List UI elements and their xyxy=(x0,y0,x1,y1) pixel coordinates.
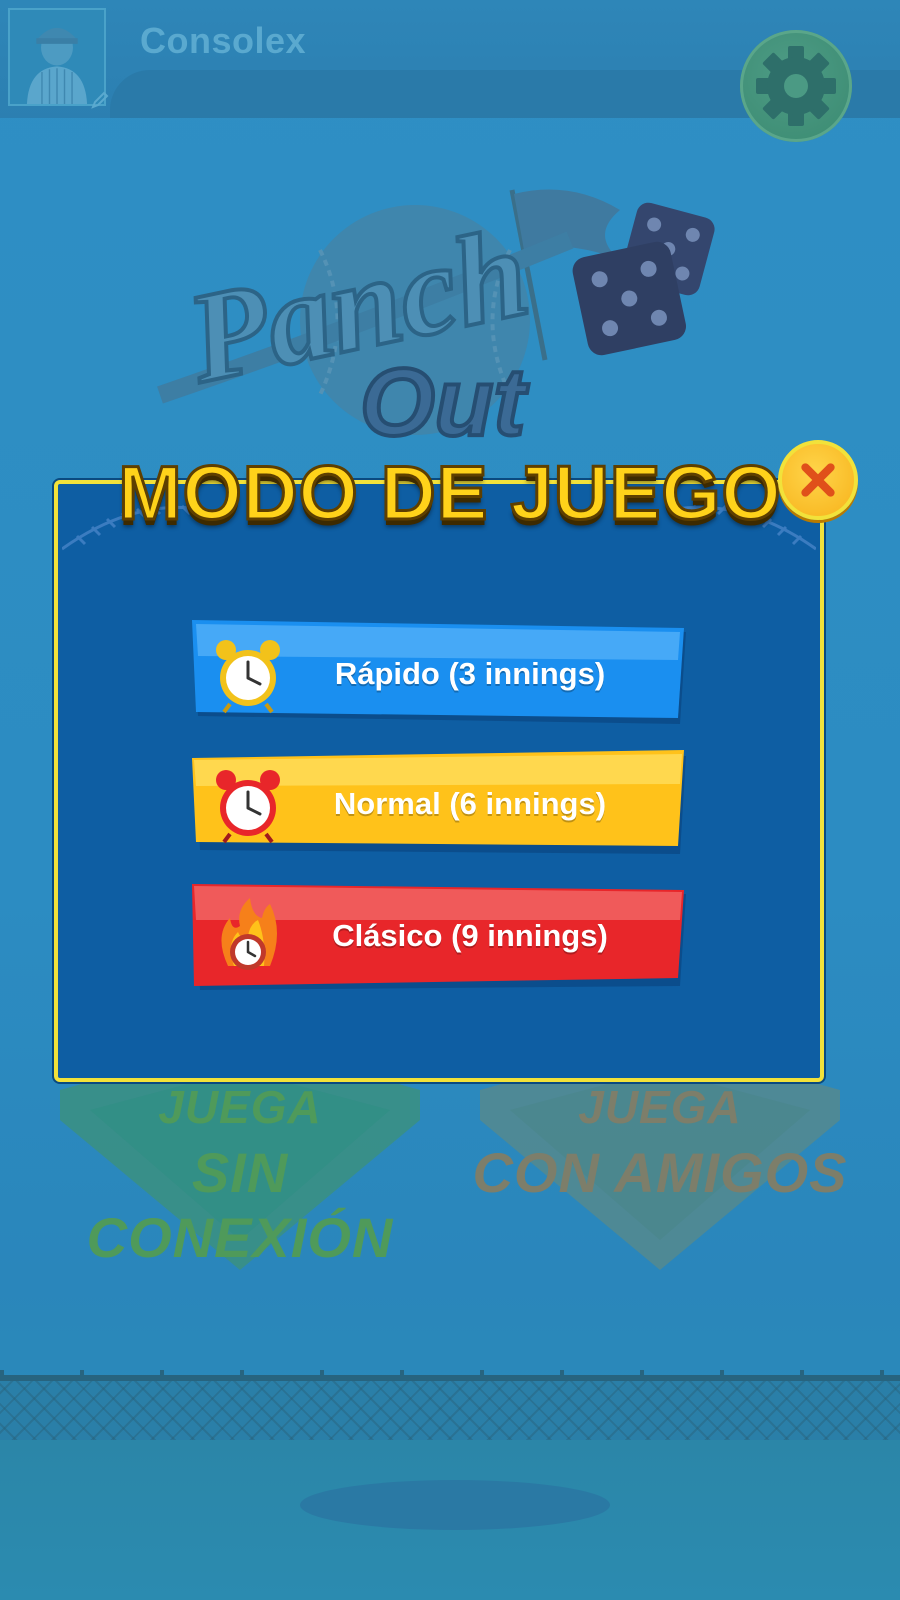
mode-option-normal[interactable]: Normal (6 innings) xyxy=(190,750,690,858)
mode-option-rapido[interactable]: Rápido (3 innings) xyxy=(190,620,690,728)
settings-button[interactable] xyxy=(740,30,852,142)
close-button[interactable] xyxy=(778,440,858,520)
mode-option-label: Clásico (9 innings) xyxy=(332,918,608,953)
mode-option-label: Rápido (3 innings) xyxy=(334,656,606,691)
play-with-friends-label-top: JUEGA xyxy=(578,1081,742,1133)
dialog-title: MODO DE JUEGO xyxy=(117,450,782,538)
play-with-friends-label-bottom: CON AMIGOS xyxy=(472,1141,848,1204)
pencil-icon[interactable] xyxy=(90,90,110,110)
game-logo: Panch Out xyxy=(150,180,750,460)
logo-line2: Out xyxy=(360,349,529,456)
pitchers-mound xyxy=(300,1480,610,1530)
username: Consolex xyxy=(140,20,307,61)
play-offline-label-bottom: SIN CONEXIÓN xyxy=(86,1141,394,1269)
mode-option-label: Normal (6 innings) xyxy=(333,786,607,821)
stadium-fence xyxy=(0,1375,900,1445)
play-offline-label-top: JUEGA xyxy=(158,1081,322,1133)
gear-icon xyxy=(756,46,836,126)
mode-option-clasico[interactable]: Clásico (9 innings) xyxy=(190,882,690,990)
close-icon xyxy=(801,463,835,497)
